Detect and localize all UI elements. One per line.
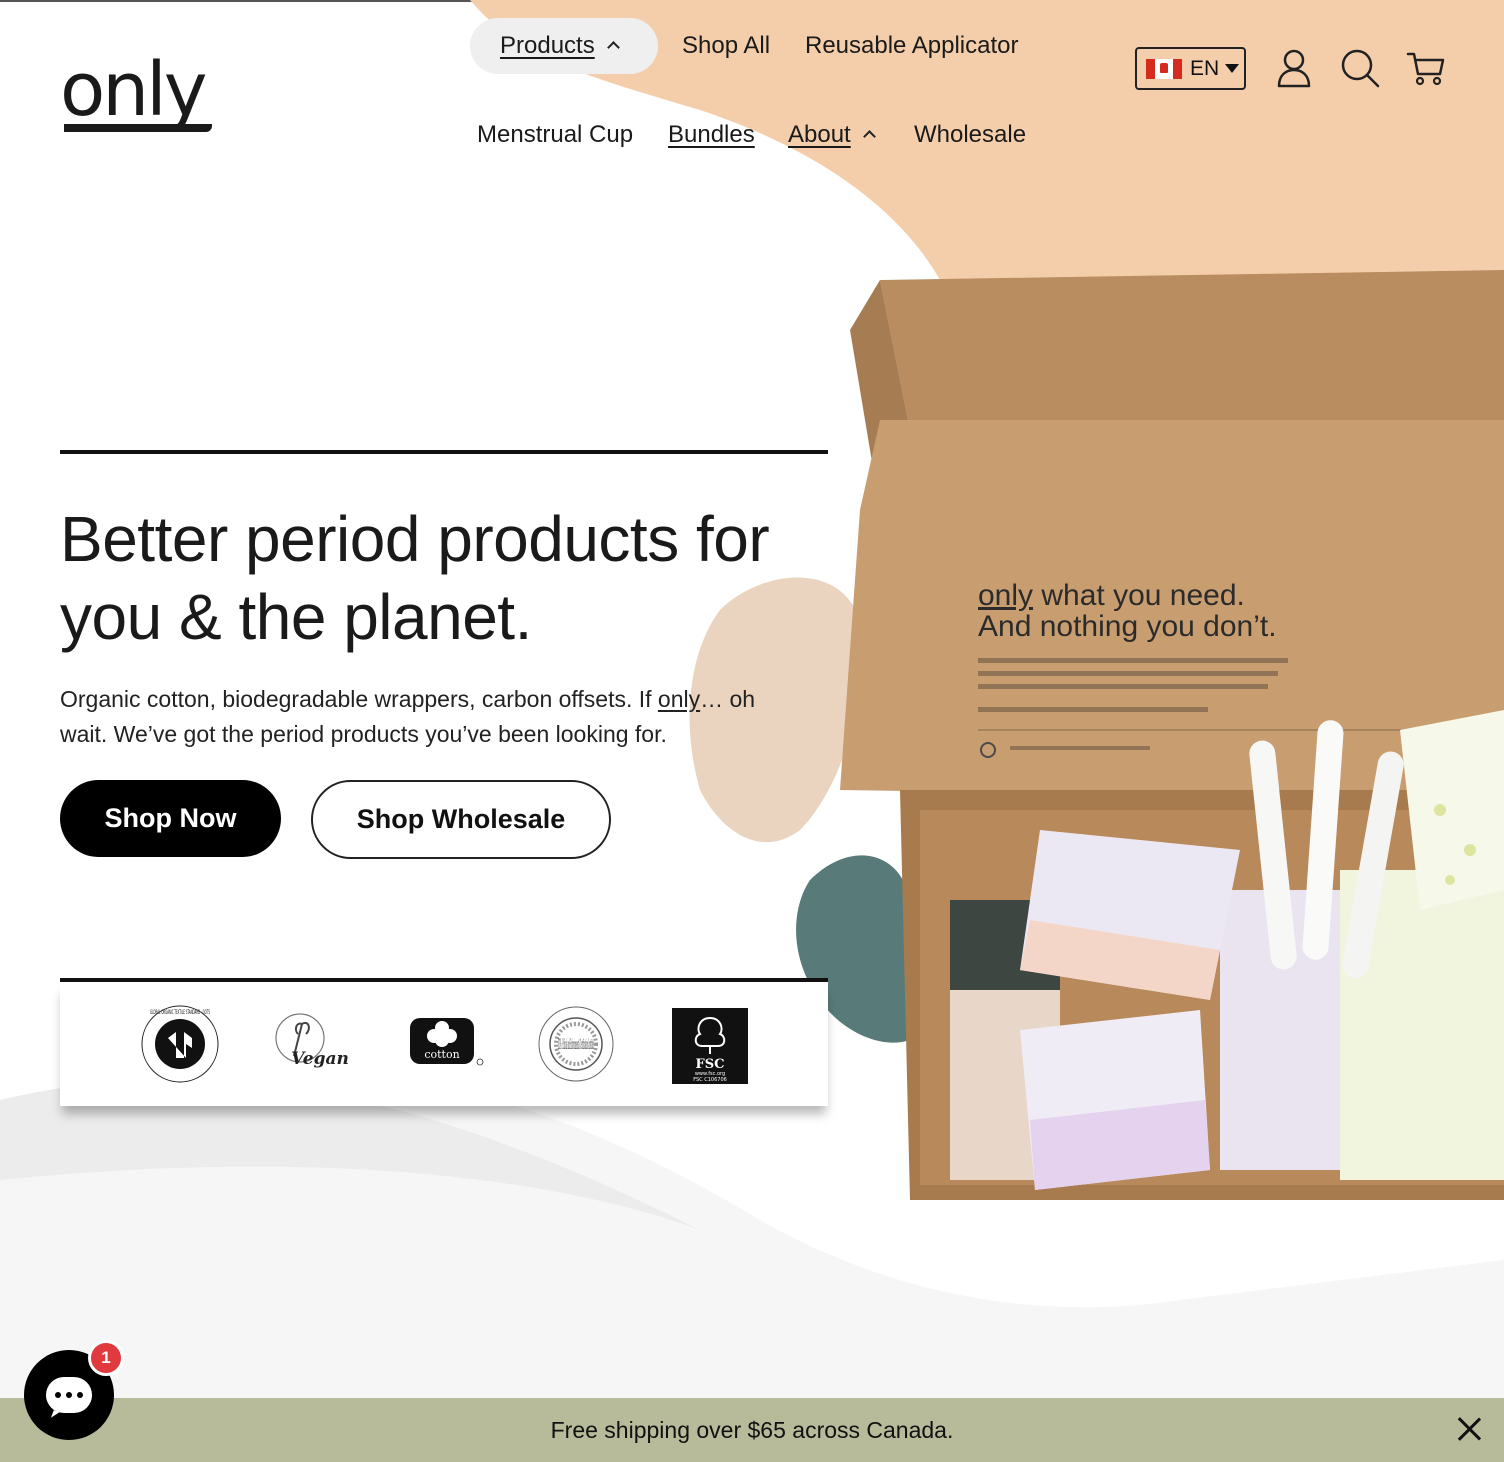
icea-logo-icon: ICEA · Ethical and Environmental Certifi… <box>538 1006 614 1082</box>
fsc-logo-icon: FSC www.fsc.org FSC C106706 <box>672 1008 748 1084</box>
box-line2-text: And nothing you don’t. <box>978 610 1277 643</box>
shipping-banner: Free shipping over $65 across Canada. <box>0 1398 1504 1462</box>
svg-text:only what you need.: only what you need. <box>978 579 1245 612</box>
cart-icon[interactable] <box>1406 50 1446 86</box>
account-icon[interactable] <box>1276 48 1312 88</box>
fsc-text: FSC <box>696 1057 725 1072</box>
caret-down-icon <box>1225 64 1240 73</box>
box-brand-text: only <box>978 579 1033 612</box>
nav-item-bundles[interactable]: Bundles <box>668 121 755 149</box>
hero-subtext-start: Organic cotton, biodegradable wrappers, … <box>60 686 658 712</box>
hero-divider <box>60 450 828 454</box>
close-icon[interactable] <box>1456 1416 1482 1442</box>
nav-item-menstrual-cup[interactable]: Menstrual Cup <box>477 121 633 149</box>
shipping-banner-text: Free shipping over $65 across Canada. <box>550 1416 954 1443</box>
vegan-text: Vegan <box>291 1049 349 1069</box>
logo-underline <box>64 124 212 132</box>
box-line1-text: what you need. <box>1033 579 1245 612</box>
fsc-code-text: FSC C106706 <box>693 1077 727 1083</box>
logo[interactable]: only <box>60 40 230 140</box>
gots-logo-icon: GLOBAL ORGANIC TEXTILE STANDARD · GOTS <box>141 1005 219 1083</box>
nav-item-products-label: Products <box>500 32 595 59</box>
shop-now-button[interactable]: Shop Now <box>60 780 281 857</box>
hero-subtext-only-link[interactable]: only <box>658 686 700 712</box>
gots-text: GLOBAL ORGANIC TEXTILE STANDARD · GOTS <box>150 1009 210 1016</box>
vegan-logo-icon: Vegan <box>275 1013 349 1069</box>
search-icon[interactable] <box>1340 48 1380 88</box>
cotton-logo-icon: cotton <box>410 1018 484 1066</box>
nav-item-about-label: About <box>788 121 851 148</box>
chevron-up-icon <box>606 41 620 54</box>
nav-item-about[interactable]: About <box>788 121 876 149</box>
cotton-text: cotton <box>424 1048 459 1061</box>
language-selector[interactable]: EN <box>1135 47 1246 90</box>
icea-text: ICEA · Ethical and Environmental Certifi… <box>558 1037 594 1053</box>
language-label: EN <box>1190 56 1220 80</box>
nav-item-products[interactable]: Products <box>500 32 620 60</box>
shop-wholesale-button[interactable]: Shop Wholesale <box>311 780 611 859</box>
hero-headline: Better period products for you & the pla… <box>60 503 770 653</box>
hero-subtext: Organic cotton, biodegradable wrappers, … <box>60 682 800 752</box>
nav-item-reusable-applicator[interactable]: Reusable Applicator <box>805 32 1018 60</box>
product-box-image: only what you need. And nothing you don’… <box>840 270 1504 1200</box>
nav-item-wholesale[interactable]: Wholesale <box>914 121 1026 149</box>
certifications-panel: GLOBAL ORGANIC TEXTILE STANDARD · GOTS V… <box>60 982 828 1106</box>
chat-notification-badge: 1 <box>88 1340 124 1376</box>
nav-item-shop-all[interactable]: Shop All <box>682 32 770 60</box>
chevron-up-icon <box>862 130 876 143</box>
canada-flag-icon <box>1146 58 1182 79</box>
chat-icon <box>46 1377 92 1413</box>
